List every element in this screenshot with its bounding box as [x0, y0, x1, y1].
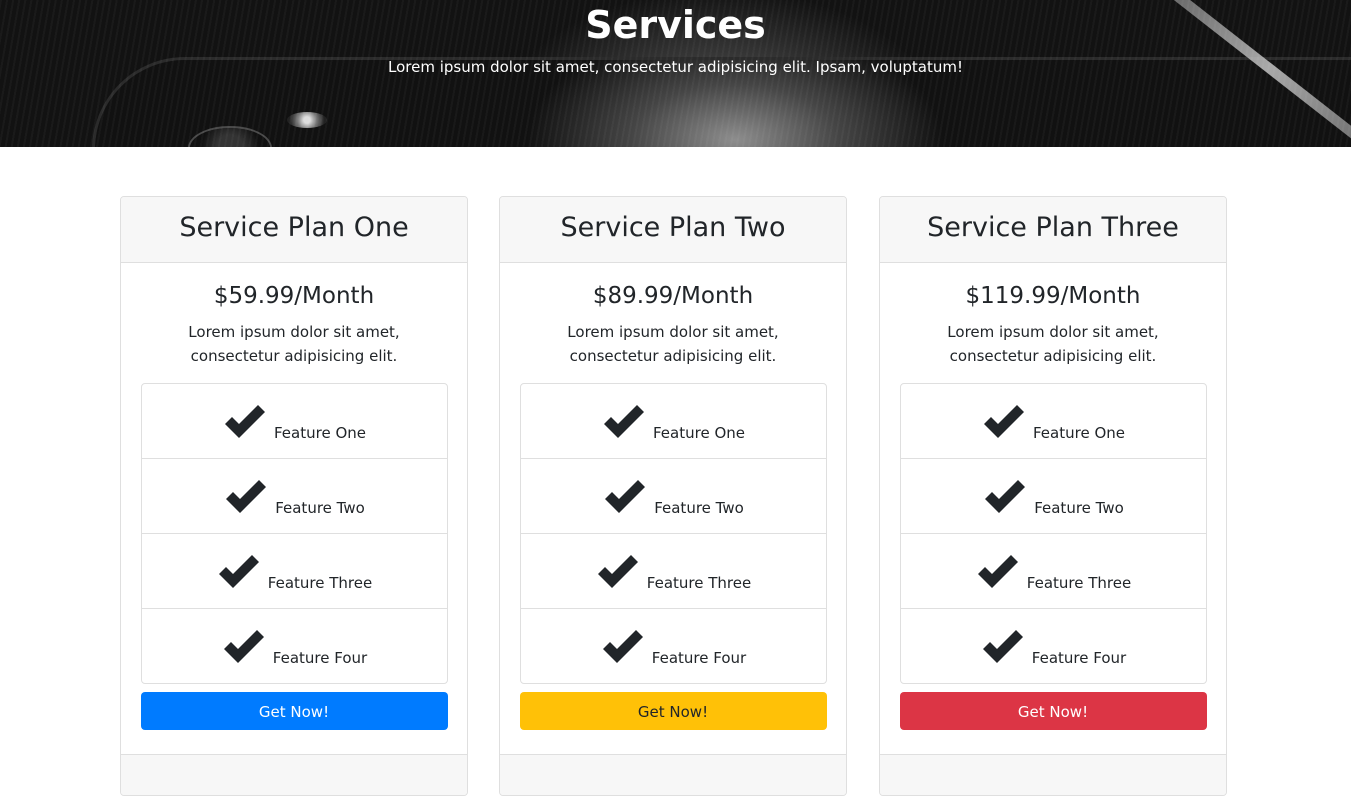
list-item: Feature Three	[141, 534, 447, 609]
feature-label: Feature One	[274, 424, 366, 442]
check-icon	[985, 480, 1026, 513]
feature-list: Feature One Feature Two Feature Three Fe…	[899, 383, 1207, 684]
feature-list: Feature One Feature Two Feature Three Fe…	[140, 383, 448, 684]
feature-label: Feature Two	[275, 499, 365, 517]
plan-title: Service Plan Three	[880, 197, 1226, 263]
list-item: Feature One	[520, 384, 826, 459]
check-icon	[225, 405, 265, 438]
plan-title: Service Plan Two	[500, 197, 846, 263]
list-item: Feature Two	[520, 459, 826, 534]
card-footer	[121, 754, 467, 795]
check-icon	[977, 555, 1018, 588]
feature-label: Feature Two	[1034, 499, 1124, 517]
check-icon	[982, 630, 1023, 663]
feature-label: Feature Two	[654, 499, 744, 517]
plan-description: Lorem ipsum dolor sit amet, consectetur …	[188, 323, 400, 365]
hero-banner: Services Lorem ipsum dolor sit amet, con…	[0, 0, 1351, 147]
plan-card-three: Service Plan Three $119.99/Month Lorem i…	[879, 196, 1227, 796]
feature-label: Feature Three	[1026, 574, 1132, 592]
plan-price: $59.99/Month	[213, 283, 375, 309]
check-icon	[602, 630, 643, 663]
list-item: Feature Two	[900, 459, 1206, 534]
card-footer	[500, 754, 846, 795]
check-icon	[226, 480, 267, 513]
card-footer	[880, 754, 1226, 795]
page-subtitle: Lorem ipsum dolor sit amet, consectetur …	[387, 58, 963, 76]
list-item: Feature Four	[521, 609, 826, 683]
feature-label: Feature Three	[646, 574, 752, 592]
list-item: Feature Four	[901, 609, 1206, 683]
page-title: Services	[585, 3, 766, 47]
feature-label: Feature Three	[267, 574, 373, 592]
check-icon	[604, 405, 644, 438]
list-item: Feature Four	[142, 609, 447, 683]
check-icon	[984, 405, 1024, 438]
feature-label: Feature Four	[1031, 649, 1127, 667]
list-item: Feature One	[900, 384, 1206, 459]
feature-label: Feature One	[653, 424, 745, 442]
get-now-button[interactable]: Get Now!	[519, 692, 827, 730]
feature-label: Feature Four	[651, 649, 747, 667]
plan-price: $119.99/Month	[965, 283, 1141, 309]
check-icon	[605, 480, 646, 513]
list-item: Feature Two	[141, 459, 447, 534]
get-now-button[interactable]: Get Now!	[140, 692, 448, 730]
check-icon	[223, 630, 264, 663]
check-icon	[597, 555, 638, 588]
feature-list: Feature One Feature Two Feature Three Fe…	[519, 383, 827, 684]
plan-description: Lorem ipsum dolor sit amet, consectetur …	[947, 323, 1159, 365]
list-item: Feature Three	[520, 534, 826, 609]
check-icon	[218, 555, 259, 588]
plan-description: Lorem ipsum dolor sit amet, consectetur …	[567, 323, 779, 365]
plan-card-two: Service Plan Two $89.99/Month Lorem ipsu…	[499, 196, 847, 796]
plan-card-one: Service Plan One $59.99/Month Lorem ipsu…	[120, 196, 468, 796]
feature-label: Feature One	[1033, 424, 1125, 442]
list-item: Feature One	[141, 384, 447, 459]
get-now-button[interactable]: Get Now!	[899, 692, 1207, 730]
plan-title: Service Plan One	[121, 197, 467, 263]
list-item: Feature Three	[900, 534, 1206, 609]
feature-label: Feature Four	[272, 649, 368, 667]
plan-price: $89.99/Month	[592, 283, 754, 309]
